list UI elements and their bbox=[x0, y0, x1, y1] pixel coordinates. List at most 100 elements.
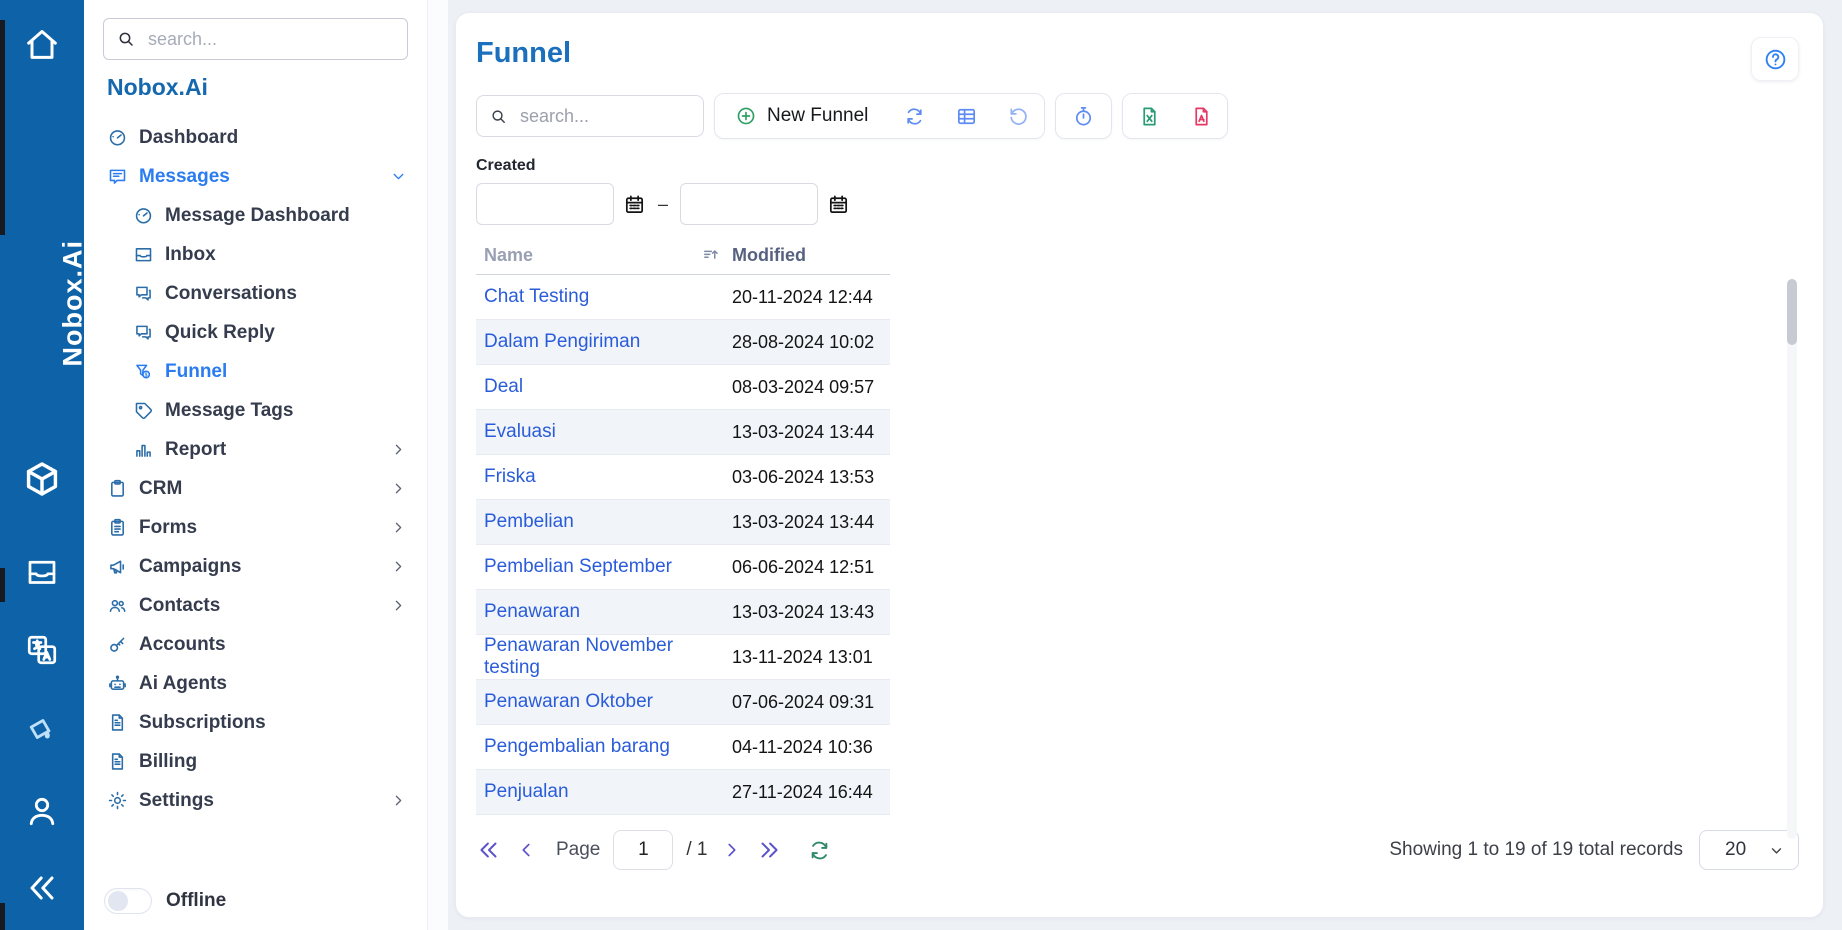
modified-value: 13-03-2024 13:44 bbox=[732, 512, 874, 533]
funnel-name-link[interactable]: Penawaran Oktober bbox=[476, 691, 732, 713]
toggle-knob bbox=[108, 891, 128, 911]
total-pages: / 1 bbox=[686, 839, 707, 861]
sidebar-item-billing[interactable]: Billing bbox=[107, 742, 407, 781]
refresh-list-button[interactable] bbox=[888, 94, 940, 138]
funnel-name-link[interactable]: Pembelian bbox=[476, 511, 732, 533]
sync-icon bbox=[903, 105, 926, 128]
left-rail: Nobox.Ai bbox=[0, 0, 84, 930]
funnel-name-link[interactable]: Friska bbox=[476, 466, 732, 488]
funnel-name-link[interactable]: Penawaran November testing bbox=[476, 635, 732, 679]
sidebar-nav: DashboardMessagesMessage DashboardInboxC… bbox=[84, 118, 427, 820]
table-scrollbar[interactable] bbox=[1787, 279, 1797, 839]
offline-toggle[interactable] bbox=[104, 888, 152, 914]
sidebar-search-input[interactable] bbox=[146, 28, 395, 51]
sidebar-item-report[interactable]: Report bbox=[107, 430, 407, 469]
funnel-name-link[interactable]: Chat Testing bbox=[476, 286, 732, 308]
pagination-refresh-icon[interactable] bbox=[807, 838, 832, 863]
funnel-name-link[interactable]: Dalam Pengiriman bbox=[476, 331, 732, 353]
funnel-name-link[interactable]: Pembelian September bbox=[476, 556, 732, 578]
sidebar-item-label: Report bbox=[165, 439, 226, 461]
date-range-separator: – bbox=[658, 194, 668, 215]
sidebar-item-inbox[interactable]: Inbox bbox=[107, 235, 407, 274]
clipboard-icon bbox=[107, 478, 128, 499]
funnel-search[interactable] bbox=[476, 95, 704, 137]
rail-inbox-icon[interactable] bbox=[24, 554, 60, 590]
modified-value: 13-03-2024 13:43 bbox=[732, 602, 874, 623]
export-excel-button[interactable] bbox=[1123, 94, 1175, 138]
sidebar-item-settings[interactable]: Settings bbox=[107, 781, 407, 820]
created-to-input[interactable] bbox=[680, 183, 818, 225]
gauge-icon bbox=[107, 127, 128, 148]
sidebar-item-label: Message Tags bbox=[165, 400, 293, 422]
sidebar-item-crm[interactable]: CRM bbox=[107, 469, 407, 508]
funnel-name-link[interactable]: Deal bbox=[476, 376, 732, 398]
sidebar-item-label: Settings bbox=[139, 790, 214, 812]
calendar-from-icon[interactable] bbox=[623, 193, 646, 216]
gauge-icon bbox=[133, 205, 154, 226]
column-header-modified[interactable]: Modified bbox=[732, 245, 806, 266]
brand-title: Nobox.Ai bbox=[107, 74, 208, 101]
last-page-icon[interactable] bbox=[756, 837, 782, 863]
sidebar-item-conversations[interactable]: Conversations bbox=[107, 274, 407, 313]
collapse-sidebar-icon[interactable] bbox=[22, 868, 62, 908]
sort-icon[interactable] bbox=[700, 246, 722, 266]
file-lines-icon bbox=[107, 712, 128, 733]
translate-icon[interactable] bbox=[24, 632, 60, 668]
sidebar-item-ai-agents[interactable]: Ai Agents bbox=[107, 664, 407, 703]
table-body: Chat Testing20-11-2024 12:44 Dalam Pengir… bbox=[476, 275, 890, 815]
modified-value: 13-03-2024 13:44 bbox=[732, 422, 874, 443]
help-button[interactable] bbox=[1751, 37, 1799, 81]
app-screen: Nobox.Ai Nobox.Ai DashboardMessagesMessa… bbox=[0, 0, 1842, 930]
page-number-input[interactable] bbox=[613, 830, 673, 870]
table-row: Chat Testing20-11-2024 12:44 bbox=[476, 275, 890, 320]
prev-page-icon[interactable] bbox=[515, 839, 537, 861]
nobox-logo-icon[interactable] bbox=[19, 456, 65, 502]
next-page-icon[interactable] bbox=[721, 839, 743, 861]
chevron-right-icon bbox=[390, 441, 407, 458]
funnel-name-link[interactable]: Penawaran bbox=[476, 601, 732, 623]
sidebar-item-forms[interactable]: Forms bbox=[107, 508, 407, 547]
funnel-search-input[interactable] bbox=[518, 105, 691, 128]
sidebar-item-funnel[interactable]: $Funnel bbox=[107, 352, 407, 391]
sidebar-item-campaigns[interactable]: Campaigns bbox=[107, 547, 407, 586]
sidebar-item-message-tags[interactable]: Message Tags bbox=[107, 391, 407, 430]
search-icon bbox=[489, 107, 508, 126]
sidebar-item-messages[interactable]: Messages bbox=[107, 157, 407, 196]
toolbar: New Funnel bbox=[476, 93, 1799, 139]
page-size-select[interactable]: 20 bbox=[1699, 830, 1799, 870]
calendar-to-icon[interactable] bbox=[827, 193, 850, 216]
column-header-name[interactable]: Name bbox=[476, 245, 700, 266]
reset-button[interactable] bbox=[992, 94, 1044, 138]
table-icon bbox=[955, 105, 978, 128]
scrollbar-thumb[interactable] bbox=[1787, 279, 1797, 345]
modified-value: 06-06-2024 12:51 bbox=[732, 557, 874, 578]
primary-actions-group: New Funnel bbox=[714, 93, 1045, 139]
users-icon bbox=[107, 595, 128, 616]
funnel-name-link[interactable]: Pengembalian barang bbox=[476, 736, 732, 758]
sidebar-item-contacts[interactable]: Contacts bbox=[107, 586, 407, 625]
pagination: Page / 1 bbox=[476, 830, 832, 870]
paint-theme-icon[interactable] bbox=[23, 710, 61, 748]
home-icon[interactable] bbox=[22, 24, 62, 64]
screen-edge-artifact bbox=[0, 568, 5, 602]
columns-button[interactable] bbox=[940, 94, 992, 138]
new-funnel-button[interactable]: New Funnel bbox=[715, 94, 888, 138]
sidebar-item-subscriptions[interactable]: Subscriptions bbox=[107, 703, 407, 742]
funnel-name-link[interactable]: Evaluasi bbox=[476, 421, 732, 443]
history-button[interactable] bbox=[1056, 94, 1111, 138]
sidebar-item-dashboard[interactable]: Dashboard bbox=[107, 118, 407, 157]
funnel-name-link[interactable]: Penjualan bbox=[476, 781, 732, 803]
first-page-icon[interactable] bbox=[476, 837, 502, 863]
created-filter-label: Created bbox=[476, 157, 1799, 175]
file-pdf-icon bbox=[1190, 105, 1213, 128]
sidebar-item-accounts[interactable]: Accounts bbox=[107, 625, 407, 664]
sidebar-item-label: Forms bbox=[139, 517, 197, 539]
sidebar-search[interactable] bbox=[103, 18, 408, 60]
footer-right: Showing 1 to 19 of 19 total records 20 bbox=[1389, 830, 1799, 870]
sidebar-item-message-dashboard[interactable]: Message Dashboard bbox=[107, 196, 407, 235]
sidebar-item-quick-reply[interactable]: Quick Reply bbox=[107, 313, 407, 352]
created-from-input[interactable] bbox=[476, 183, 614, 225]
profile-icon[interactable] bbox=[23, 792, 61, 830]
export-pdf-button[interactable] bbox=[1175, 94, 1227, 138]
table-row: Friska03-06-2024 13:53 bbox=[476, 455, 890, 500]
